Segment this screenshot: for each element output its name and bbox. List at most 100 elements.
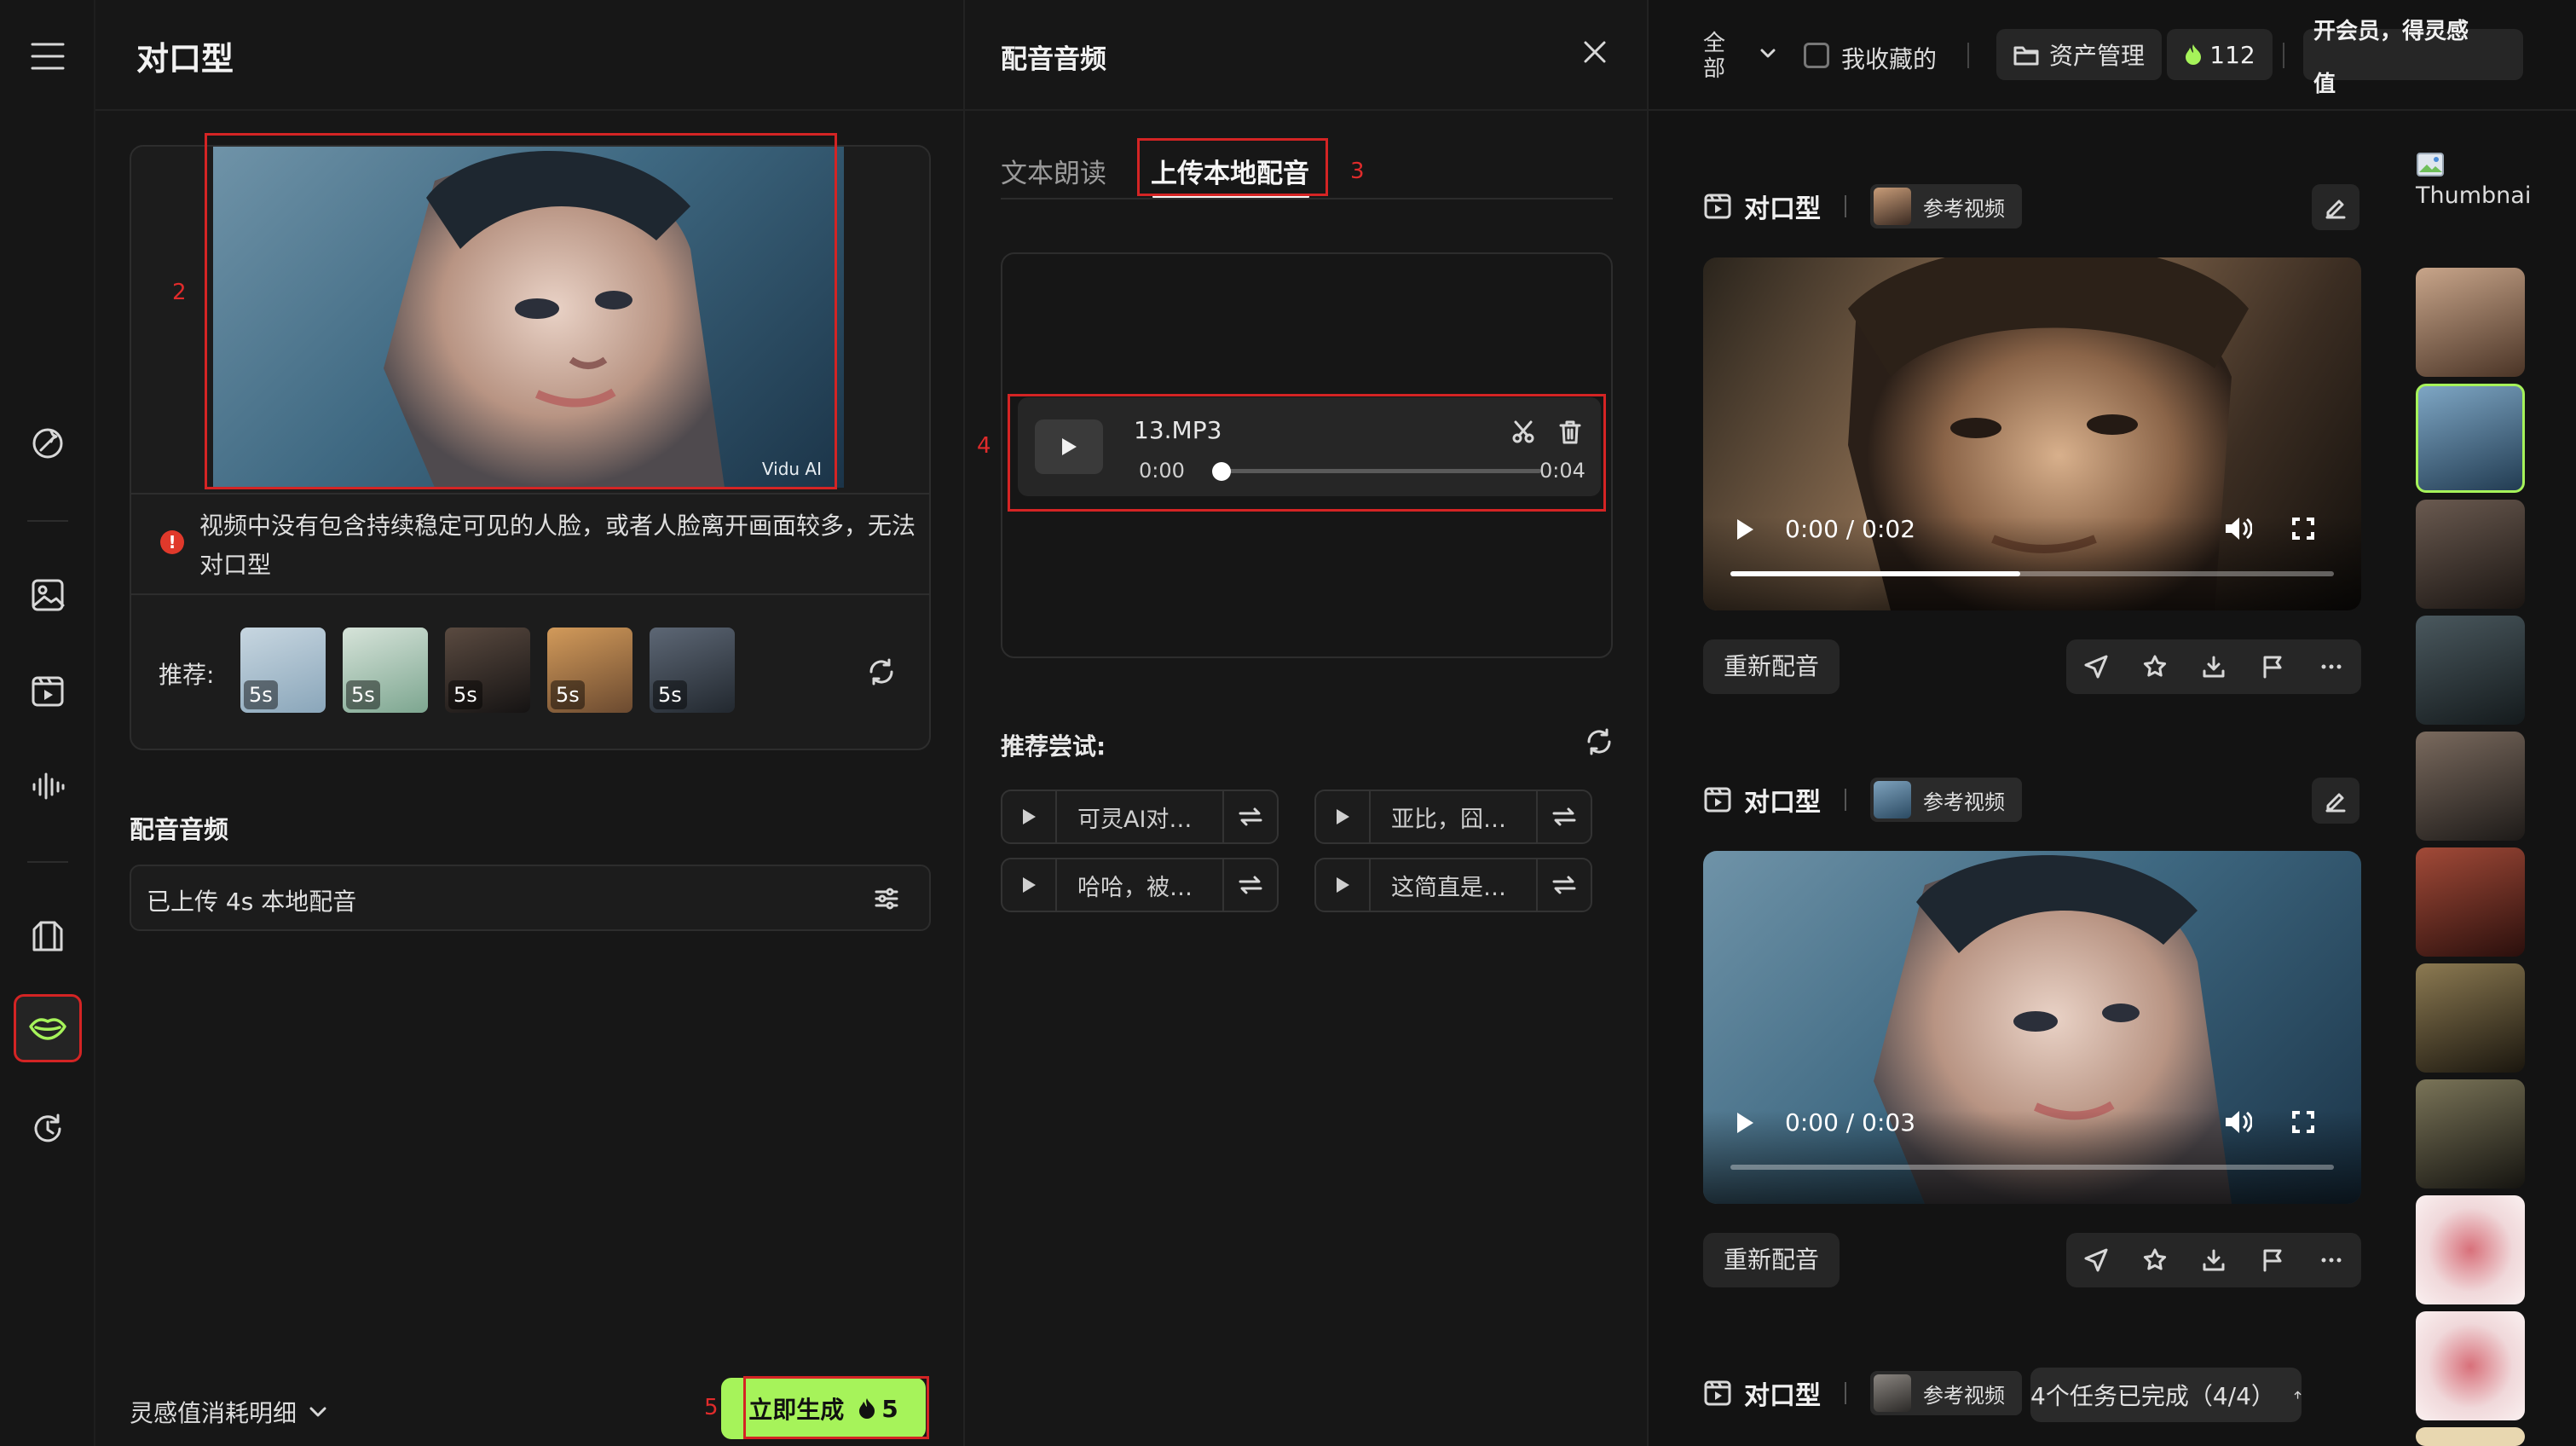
star-icon[interactable]: [2142, 1247, 2168, 1273]
gallery-item-5[interactable]: [2416, 732, 2525, 841]
play-icon[interactable]: [1316, 791, 1371, 842]
gallery-item-10[interactable]: [2416, 1311, 2525, 1420]
download-icon[interactable]: [2201, 654, 2227, 680]
play-icon[interactable]: [1316, 859, 1371, 911]
volume-icon[interactable]: [2223, 515, 2252, 542]
try-item-3[interactable]: 哈哈，被…: [1001, 858, 1279, 912]
volume-icon[interactable]: [2223, 1108, 2252, 1136]
warning-text: 视频中没有包含持续稳定可见的人脸，或者人脸离开画面较多，无法对口型: [199, 512, 916, 579]
upload-area[interactable]: 13.MP3 0:00 0:04: [1001, 252, 1613, 658]
gallery-item-8[interactable]: [2416, 1079, 2525, 1189]
video-progress-track[interactable]: [1730, 1165, 2334, 1170]
result-2-actions: [2066, 1233, 2361, 1287]
fullscreen-icon[interactable]: [2291, 1110, 2315, 1134]
gallery-item-3[interactable]: [2416, 500, 2525, 609]
try-item-2[interactable]: 亚比，囧…: [1314, 790, 1592, 844]
try-item-1[interactable]: 可灵AI对…: [1001, 790, 1279, 844]
gallery-item-1[interactable]: [2416, 268, 2525, 377]
tab-text-to-speech[interactable]: 文本朗读: [1001, 152, 1106, 190]
result-3-header: 对口型 参考视频: [1703, 1371, 2022, 1415]
lip-sync-icon[interactable]: [14, 994, 82, 1062]
gallery-item-4[interactable]: [2416, 616, 2525, 725]
audio-progress-handle[interactable]: [1212, 462, 1231, 481]
recommend-video-1[interactable]: 5s: [240, 628, 326, 713]
recommend-video-3[interactable]: 5s: [445, 628, 530, 713]
redub-button[interactable]: 重新配音: [1703, 639, 1840, 694]
favorites-checkbox[interactable]: [1804, 43, 1829, 68]
recommend-video-4[interactable]: 5s: [547, 628, 632, 713]
play-button[interactable]: [1035, 419, 1103, 474]
gallery-item-11[interactable]: [2416, 1427, 2525, 1446]
broken-thumbnail: [2416, 152, 2445, 177]
reference-video-chip[interactable]: 参考视频: [1870, 184, 2022, 228]
try-item-label: 亚比，囧…: [1391, 806, 1506, 833]
more-icon[interactable]: [2319, 1247, 2344, 1273]
play-icon[interactable]: [1736, 518, 1754, 541]
audio-wave-icon[interactable]: [14, 752, 82, 820]
settings-sliders-icon[interactable]: [873, 885, 900, 912]
download-icon[interactable]: [2201, 1247, 2227, 1273]
chevron-down-icon[interactable]: [1759, 48, 1776, 60]
gallery-item-7[interactable]: [2416, 963, 2525, 1073]
flag-icon[interactable]: [2260, 654, 2285, 680]
scissors-icon[interactable]: [1510, 419, 1536, 445]
swap-icon[interactable]: [1536, 859, 1591, 911]
refresh-icon[interactable]: [1584, 726, 1614, 757]
video-icon: [1704, 1380, 1731, 1406]
flag-icon[interactable]: [2260, 1247, 2285, 1273]
reference-video-chip[interactable]: 参考视频: [1870, 1371, 2022, 1415]
annotation-5: 5: [704, 1395, 719, 1420]
play-icon[interactable]: [1736, 1112, 1754, 1134]
task-status-pill[interactable]: 4个任务已完成（4/4）: [2030, 1368, 2302, 1422]
points-badge[interactable]: 112: [2167, 29, 2273, 80]
video-icon[interactable]: [14, 656, 82, 725]
share-icon[interactable]: [2083, 654, 2109, 680]
uploaded-video[interactable]: Vidu AI: [213, 147, 844, 488]
swap-icon[interactable]: [1222, 791, 1277, 842]
refresh-icon[interactable]: [866, 656, 897, 687]
asset-management-button[interactable]: 资产管理: [1996, 29, 2162, 80]
more-icon[interactable]: [2319, 654, 2344, 680]
reference-label: 参考视频: [1923, 1383, 2005, 1408]
fullscreen-icon[interactable]: [2291, 517, 2315, 541]
swap-icon[interactable]: [1222, 859, 1277, 911]
gallery-item-9[interactable]: [2416, 1195, 2525, 1304]
star-icon[interactable]: [2142, 654, 2168, 680]
recommend-video-2[interactable]: 5s: [343, 628, 428, 713]
filter-all-label[interactable]: 全部: [1703, 31, 1730, 82]
result-1-actions: [2066, 639, 2361, 694]
trash-icon[interactable]: [1558, 419, 1582, 445]
close-icon[interactable]: [1582, 39, 1608, 65]
try-item-4[interactable]: 这简直是…: [1314, 858, 1592, 912]
cost-detail-toggle[interactable]: 灵感值消耗明细: [130, 1395, 327, 1429]
edit-button[interactable]: [2312, 778, 2359, 824]
swap-icon[interactable]: [1536, 791, 1591, 842]
audio-total-time: 0:04: [1539, 459, 1585, 483]
audio-progress-track[interactable]: [1217, 469, 1541, 473]
video-icon: [1704, 194, 1731, 219]
video-progress-track[interactable]: [1730, 571, 2334, 576]
gallery-item-6[interactable]: [2416, 847, 2525, 957]
menu-icon[interactable]: [14, 22, 82, 90]
favorites-label[interactable]: 我收藏的: [1841, 41, 1937, 75]
play-icon[interactable]: [1002, 791, 1057, 842]
result-2-video[interactable]: 0:00 / 0:03: [1703, 851, 2361, 1204]
magic-edit-icon[interactable]: [14, 409, 82, 477]
play-icon[interactable]: [1002, 859, 1057, 911]
redub-button[interactable]: 重新配音: [1703, 1233, 1840, 1287]
image-icon[interactable]: [14, 561, 82, 629]
gallery-item-2[interactable]: [2416, 384, 2525, 493]
reference-thumb: [1874, 781, 1911, 818]
share-icon[interactable]: [2083, 1247, 2109, 1273]
generate-button[interactable]: 立即生成 5: [721, 1378, 926, 1439]
video-time: 0:00 / 0:02: [1785, 515, 1916, 543]
dub-audio-field[interactable]: 已上传 4s 本地配音: [130, 865, 931, 931]
tab-upload-local[interactable]: 上传本地配音: [1151, 152, 1309, 190]
reference-video-chip[interactable]: 参考视频: [1870, 778, 2022, 822]
history-icon[interactable]: [14, 1095, 82, 1163]
result-1-video[interactable]: 0:00 / 0:02: [1703, 257, 2361, 610]
clothing-icon[interactable]: [14, 902, 82, 970]
recommend-video-5[interactable]: 5s: [650, 628, 735, 713]
edit-button[interactable]: [2312, 184, 2359, 230]
result-1-header: 对口型 参考视频: [1703, 184, 2022, 228]
